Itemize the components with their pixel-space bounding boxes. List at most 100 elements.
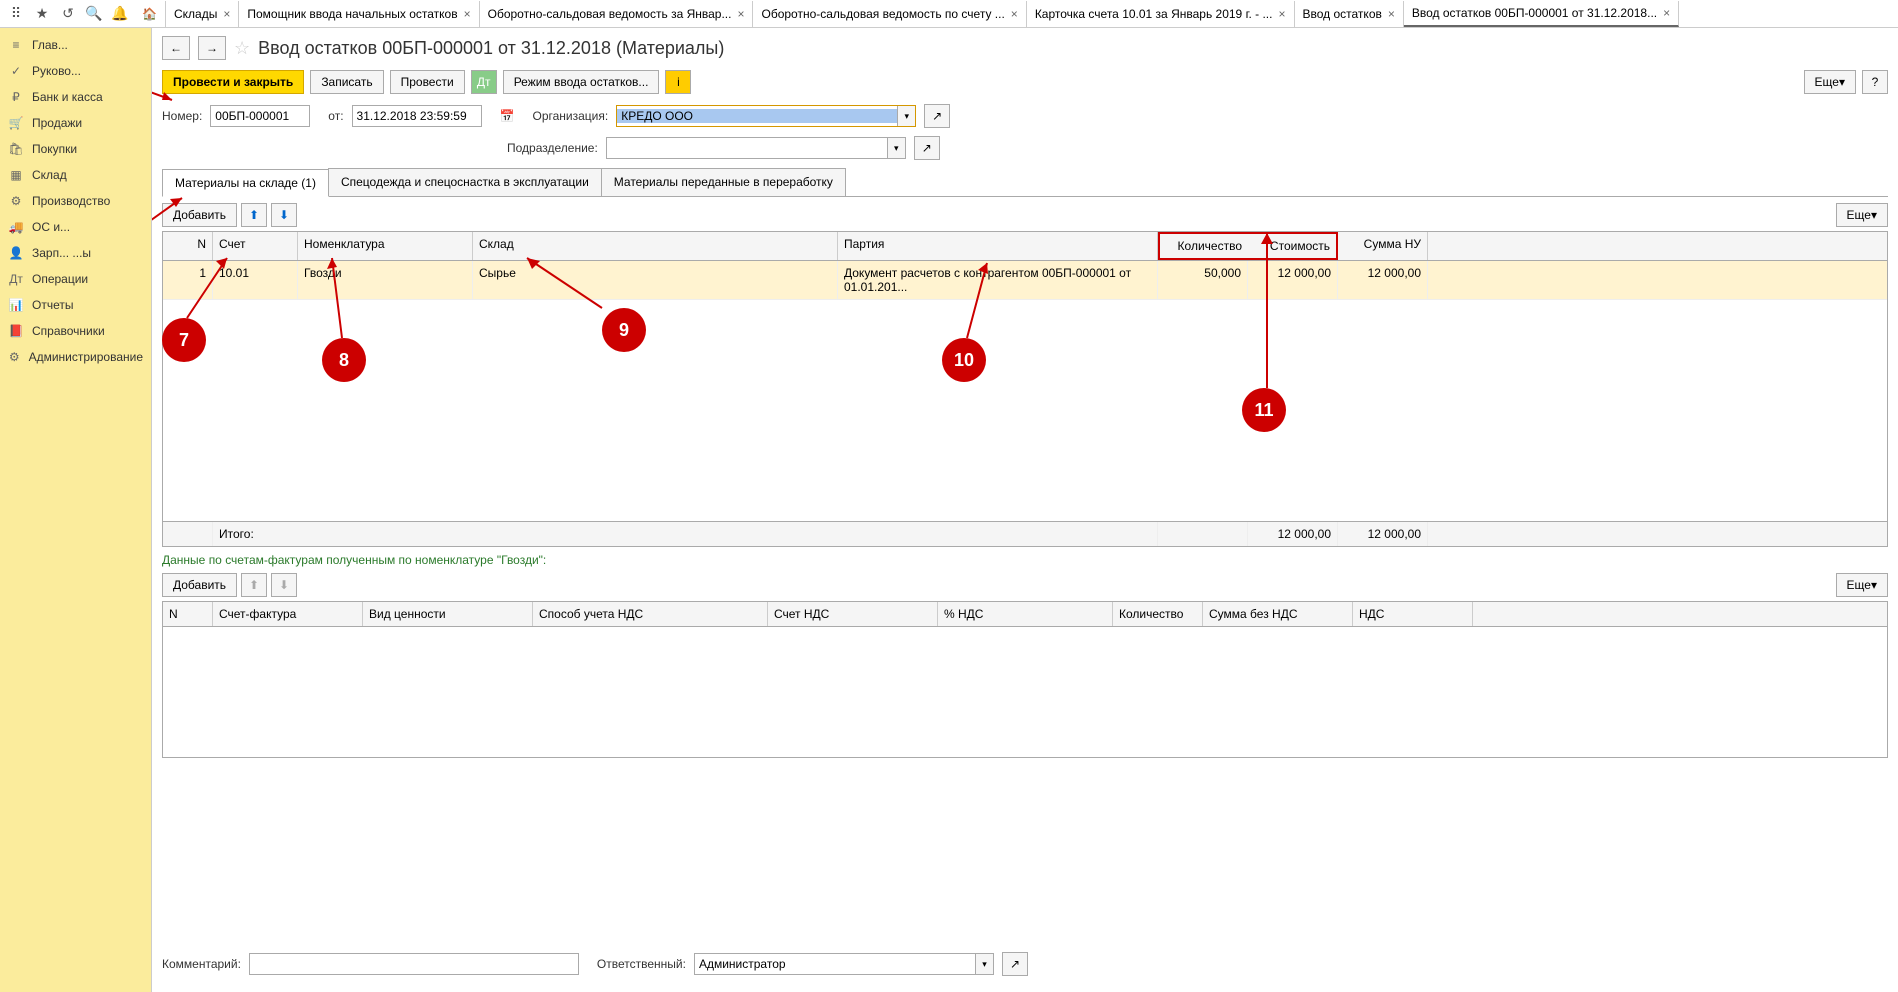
sidebar-item[interactable]: 📊Отчеты [0, 292, 151, 318]
bottom-section: Комментарий: Ответственный: Администрато… [162, 944, 1888, 984]
sidebar-icon: ▦ [8, 168, 24, 182]
sidebar-item[interactable]: 🛍Покупки [0, 136, 151, 162]
forward-button[interactable]: → [198, 36, 226, 60]
sub-toolbar-2: Добавить ⬆ ⬇ Еще ▾ [162, 573, 1888, 597]
otvet-label: Ответственный: [597, 957, 686, 971]
th2-snds[interactable]: Счет НДС [768, 602, 938, 626]
history-icon[interactable]: ↺ [56, 2, 80, 26]
sidebar-item[interactable]: ▦Склад [0, 162, 151, 188]
th2-n[interactable]: N [163, 602, 213, 626]
close-icon[interactable]: × [1663, 6, 1670, 20]
tab[interactable]: Карточка счета 10.01 за Январь 2019 г. -… [1027, 1, 1295, 27]
close-icon[interactable]: × [223, 7, 230, 21]
dtkt-icon-button[interactable]: Дт [471, 70, 497, 94]
close-icon[interactable]: × [1388, 7, 1395, 21]
tab[interactable]: Помощник ввода начальных остатков× [239, 1, 479, 27]
bell-icon[interactable]: 🔔 [108, 2, 132, 26]
more-button-3[interactable]: Еще ▾ [1836, 573, 1888, 597]
nomer-input[interactable] [210, 105, 310, 127]
tab[interactable]: Оборотно-сальдовая ведомость за Январ...… [480, 1, 754, 27]
org-select[interactable]: КРЕДО ООО ▾ [616, 105, 916, 127]
back-button[interactable]: ← [162, 36, 190, 60]
th2-sf[interactable]: Счет-фактура [213, 602, 363, 626]
komment-label: Комментарий: [162, 957, 241, 971]
search-icon[interactable]: 🔍 [82, 2, 106, 26]
th-sklad[interactable]: Склад [473, 232, 838, 260]
tab[interactable]: Оборотно-сальдовая ведомость по счету ..… [753, 1, 1026, 27]
tab[interactable]: Ввод остатков 00БП-000001 от 31.12.2018.… [1404, 1, 1679, 27]
info-icon-button[interactable]: i [665, 70, 691, 94]
close-icon[interactable]: × [1011, 7, 1018, 21]
more-button-2[interactable]: Еще ▾ [1836, 203, 1888, 227]
add-button-2[interactable]: Добавить [162, 573, 237, 597]
sidebar-item[interactable]: ₽Банк и касса [0, 84, 151, 110]
th2-vc[interactable]: Вид ценности [363, 602, 533, 626]
help-button[interactable]: ? [1862, 70, 1888, 94]
podr-open-button[interactable]: ↗ [914, 136, 940, 160]
sidebar-item[interactable]: 📕Справочники [0, 318, 151, 344]
sidebar-item[interactable]: ≡Глав... [0, 32, 151, 58]
th-summa[interactable]: Сумма НУ [1338, 232, 1428, 260]
th2-pnds[interactable]: % НДС [938, 602, 1113, 626]
down-button[interactable]: ⬇ [271, 203, 297, 227]
th-n[interactable]: N [163, 232, 213, 260]
th2-nds[interactable]: НДС [1353, 602, 1473, 626]
sidebar-icon: 📊 [8, 298, 24, 312]
sidebar-item[interactable]: 🛒Продажи [0, 110, 151, 136]
th2-sbn[interactable]: Сумма без НДС [1203, 602, 1353, 626]
up-button[interactable]: ⬆ [241, 203, 267, 227]
ot-input[interactable] [352, 105, 482, 127]
th2-kol[interactable]: Количество [1113, 602, 1203, 626]
sidebar-item[interactable]: ✓Руково... [0, 58, 151, 84]
otvet-open-button[interactable]: ↗ [1002, 952, 1028, 976]
rezhim-button[interactable]: Режим ввода остатков... [503, 70, 660, 94]
sidebar-item[interactable]: ⚙Администрирование [0, 344, 151, 370]
sidebar-label: Покупки [32, 142, 77, 156]
sidebar-item[interactable]: 🚚ОС и... [0, 214, 151, 240]
th-kol[interactable]: Количество [1158, 232, 1248, 260]
podr-select[interactable]: ▾ [606, 137, 906, 159]
more-button[interactable]: Еще ▾ [1804, 70, 1856, 94]
home-tab[interactable]: 🏠 [134, 1, 166, 27]
fav-star-icon[interactable]: ☆ [234, 38, 250, 59]
zapisat-button[interactable]: Записать [310, 70, 383, 94]
content: ← → ☆ Ввод остатков 00БП-000001 от 31.12… [152, 28, 1898, 992]
sidebar-label: Производство [32, 194, 110, 208]
callout-8: 8 [322, 338, 366, 382]
dropdown-icon[interactable]: ▾ [897, 106, 915, 126]
close-icon[interactable]: × [464, 7, 471, 21]
provesti-button[interactable]: Провести [390, 70, 465, 94]
sidebar-item[interactable]: ⚙Производство [0, 188, 151, 214]
tab-nav-item[interactable]: Материалы переданные в переработку [601, 168, 846, 196]
tab[interactable]: Ввод остатков× [1295, 1, 1404, 27]
th-stoim[interactable]: Стоимость [1248, 232, 1338, 260]
th-nomen[interactable]: Номенклатура [298, 232, 473, 260]
table-row[interactable]: 1 10.01 Гвозди Сырье Документ расчетов с… [163, 261, 1887, 300]
th2-sun[interactable]: Способ учета НДС [533, 602, 768, 626]
star-icon[interactable]: ★ [30, 2, 54, 26]
sidebar-item[interactable]: ДтОперации [0, 266, 151, 292]
sidebar-item[interactable]: 👤Зарп... ...ы [0, 240, 151, 266]
dropdown-icon[interactable]: ▾ [887, 138, 905, 158]
sidebar-label: Операции [32, 272, 88, 286]
sidebar-icon: 👤 [8, 246, 24, 260]
sidebar-icon: ⚙ [8, 350, 21, 364]
org-open-button[interactable]: ↗ [924, 104, 950, 128]
th-party[interactable]: Партия [838, 232, 1158, 260]
form-row-2: Подразделение: ▾ ↗ [507, 136, 1888, 160]
tab[interactable]: Склады× [166, 1, 239, 27]
down-button-2[interactable]: ⬇ [271, 573, 297, 597]
komment-input[interactable] [249, 953, 579, 975]
provesti-zakryt-button[interactable]: Провести и закрыть [162, 70, 304, 94]
apps-icon[interactable]: ⠿ [4, 2, 28, 26]
tabs-nav: Материалы на складе (1)Спецодежда и спец… [162, 168, 1888, 197]
up-button-2[interactable]: ⬆ [241, 573, 267, 597]
dropdown-icon[interactable]: ▾ [975, 954, 993, 974]
tab-nav-item[interactable]: Спецодежда и спецоснастка в эксплуатации [328, 168, 602, 196]
th-schet[interactable]: Счет [213, 232, 298, 260]
close-icon[interactable]: × [737, 7, 744, 21]
close-icon[interactable]: × [1278, 7, 1285, 21]
add-button[interactable]: Добавить [162, 203, 237, 227]
otvet-select[interactable]: Администратор ▾ [694, 953, 994, 975]
tab-nav-item[interactable]: Материалы на складе (1) [162, 169, 329, 197]
